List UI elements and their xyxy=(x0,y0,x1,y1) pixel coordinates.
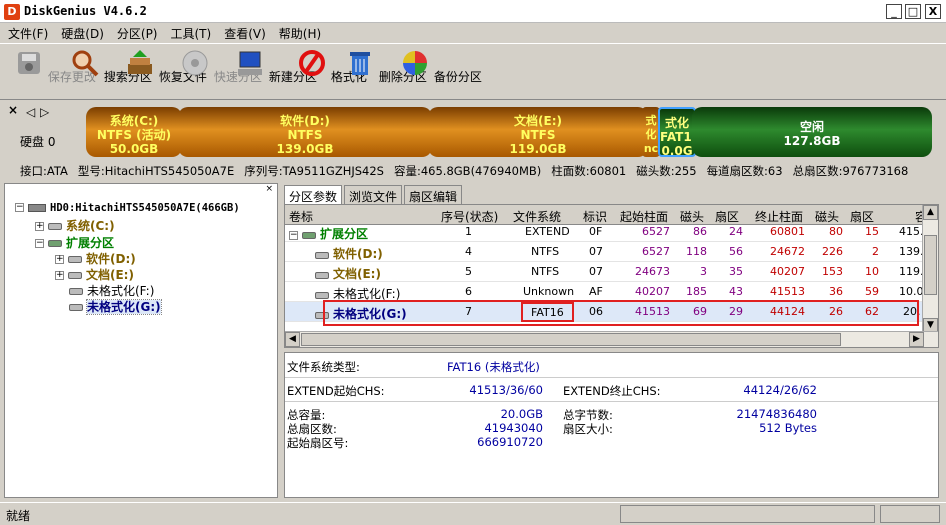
menu-file[interactable]: 文件(F) xyxy=(0,23,53,42)
partition-block-d[interactable]: 软件(D:) NTFS 139.0GB xyxy=(178,107,432,157)
scroll-up-icon[interactable]: ▲ xyxy=(923,205,938,220)
hard-disk-icon xyxy=(28,203,46,212)
divider xyxy=(285,401,938,402)
delete-icon xyxy=(350,52,370,75)
table-horizontal-scrollbar[interactable]: ◀ ▶ xyxy=(285,331,938,347)
recover-icon xyxy=(128,50,152,74)
new-partition-icon xyxy=(238,51,262,75)
expand-icon[interactable]: + xyxy=(55,255,64,264)
window-title: DiskGenius V4.6.2 xyxy=(24,4,147,18)
backup-icon xyxy=(403,51,427,75)
status-pane xyxy=(620,505,875,523)
table-row[interactable]: 未格式化(F:) 6 Unknown AF 40207 185 43 41513… xyxy=(285,282,925,302)
partition-icon xyxy=(48,223,62,230)
format-icon xyxy=(299,50,325,76)
save-icon xyxy=(18,52,40,74)
extended-partition-icon xyxy=(48,240,62,247)
partition-icon xyxy=(315,251,329,259)
maximize-button[interactable]: □ xyxy=(905,4,921,19)
next-disk-icon[interactable]: ▷ xyxy=(40,105,49,119)
tree-item-c[interactable]: + 系统(C:) xyxy=(35,217,115,234)
tab-partition-params[interactable]: 分区参数 xyxy=(284,185,343,205)
scroll-thumb[interactable] xyxy=(924,235,937,295)
tree-item-f[interactable]: 未格式化(F:) xyxy=(69,282,154,299)
table-row[interactable]: − 扩展分区 1 EXTEND 0F 6527 86 24 60801 80 15… xyxy=(285,222,931,242)
table-row[interactable]: 文档(E:) 5 NTFS 07 24673 3 35 40207 153 10… xyxy=(285,262,931,282)
partition-block-c[interactable]: 系统(C:) NTFS (活动) 50.0GB xyxy=(86,107,182,157)
panel-close-icon[interactable]: × xyxy=(265,184,273,194)
expand-icon[interactable]: + xyxy=(55,271,64,280)
close-button[interactable]: X xyxy=(925,4,941,19)
title-bar: D DiskGenius V4.6.2 _ □ X xyxy=(0,0,946,23)
scroll-right-icon[interactable]: ▶ xyxy=(909,332,924,347)
menu-view[interactable]: 查看(V) xyxy=(216,23,271,42)
partition-icon xyxy=(68,272,82,279)
tree-disk-node[interactable]: − HD0:HitachiHTS545050A7E(466GB) xyxy=(15,200,240,214)
table-vertical-scrollbar[interactable]: ▲ ▼ xyxy=(922,205,938,333)
partition-details-panel: 文件系统类型: FAT16 (未格式化) EXTEND起始CHS: 41513/… xyxy=(284,352,939,498)
menu-help[interactable]: 帮助(H) xyxy=(271,23,326,42)
partition-block-g[interactable]: 式化 FAT16 0.0G xyxy=(658,107,696,157)
menu-disk[interactable]: 硬盘(D) xyxy=(53,23,109,42)
quick-partition-icon xyxy=(182,50,208,76)
collapse-icon[interactable]: − xyxy=(289,230,298,240)
scroll-left-icon[interactable]: ◀ xyxy=(285,332,300,347)
tab-sector-edit[interactable]: 扇区编辑 xyxy=(404,185,463,204)
status-pane xyxy=(880,505,940,523)
tree-item-extended[interactable]: − 扩展分区 xyxy=(35,234,114,251)
minimize-button[interactable]: _ xyxy=(886,4,902,19)
divider xyxy=(285,377,938,378)
tree-item-d[interactable]: + 软件(D:) xyxy=(55,250,136,267)
collapse-icon[interactable]: − xyxy=(15,203,24,212)
prev-disk-icon[interactable]: ◁ xyxy=(26,105,35,119)
menu-bar: 文件(F) 硬盘(D) 分区(P) 工具(T) 查看(V) 帮助(H) xyxy=(0,23,946,43)
disk-info-line: 接口:ATA 型号:HitachiHTS545050A7E 序列号:TA9511GZ… xyxy=(20,164,909,178)
disk-tree-panel: × − HD0:HitachiHTS545050A7E(466GB) + 系统(C:… xyxy=(4,183,278,498)
partition-block-e[interactable]: 文档(E:) NTFS 119.0GB xyxy=(428,107,648,157)
tree-item-e[interactable]: + 文档(E:) xyxy=(55,266,134,283)
partition-icon xyxy=(315,271,329,279)
disk-label: 硬盘 0 xyxy=(20,135,56,149)
close-icon[interactable]: × xyxy=(8,103,18,117)
status-bar: 就绪 xyxy=(0,502,946,525)
app-icon: D xyxy=(4,4,20,20)
extended-partition-icon xyxy=(302,231,316,239)
toolbar: 保存更改 搜索分区 恢复文件 快速分区 新建分区 格式化 删除分区 备份分区 xyxy=(0,43,946,100)
status-text: 就绪 xyxy=(6,509,31,523)
partition-icon xyxy=(69,288,83,295)
selected-row-highlight xyxy=(323,300,919,326)
partition-icon xyxy=(69,304,83,311)
menu-partition[interactable]: 分区(P) xyxy=(109,23,163,42)
partition-icon xyxy=(68,256,82,263)
search-icon xyxy=(72,50,99,77)
collapse-icon[interactable]: − xyxy=(35,239,44,248)
menu-tools[interactable]: 工具(T) xyxy=(163,23,217,42)
tab-browse-files[interactable]: 浏览文件 xyxy=(344,185,403,204)
tree-item-g[interactable]: 未格式化(G:) xyxy=(69,298,162,315)
partition-icon xyxy=(315,291,329,299)
expand-icon[interactable]: + xyxy=(35,222,44,231)
disk-map: × ◁ ▷ 硬盘 0 系统(C:) NTFS (活动) 50.0GB 软件(D:… xyxy=(8,103,943,161)
hscroll-thumb[interactable] xyxy=(301,333,841,346)
backup-partition-button[interactable]: 备份分区 xyxy=(400,48,482,85)
free-space-block[interactable]: 空闲 127.8GB xyxy=(692,107,932,157)
table-row[interactable]: 软件(D:) 4 NTFS 07 6527 118 56 24672 226 2… xyxy=(285,242,931,262)
partition-table: 卷标 序号(状态) 文件系统 标识 起始柱面 磁头 扇区 终止柱面 磁头 扇区 … xyxy=(284,204,939,348)
